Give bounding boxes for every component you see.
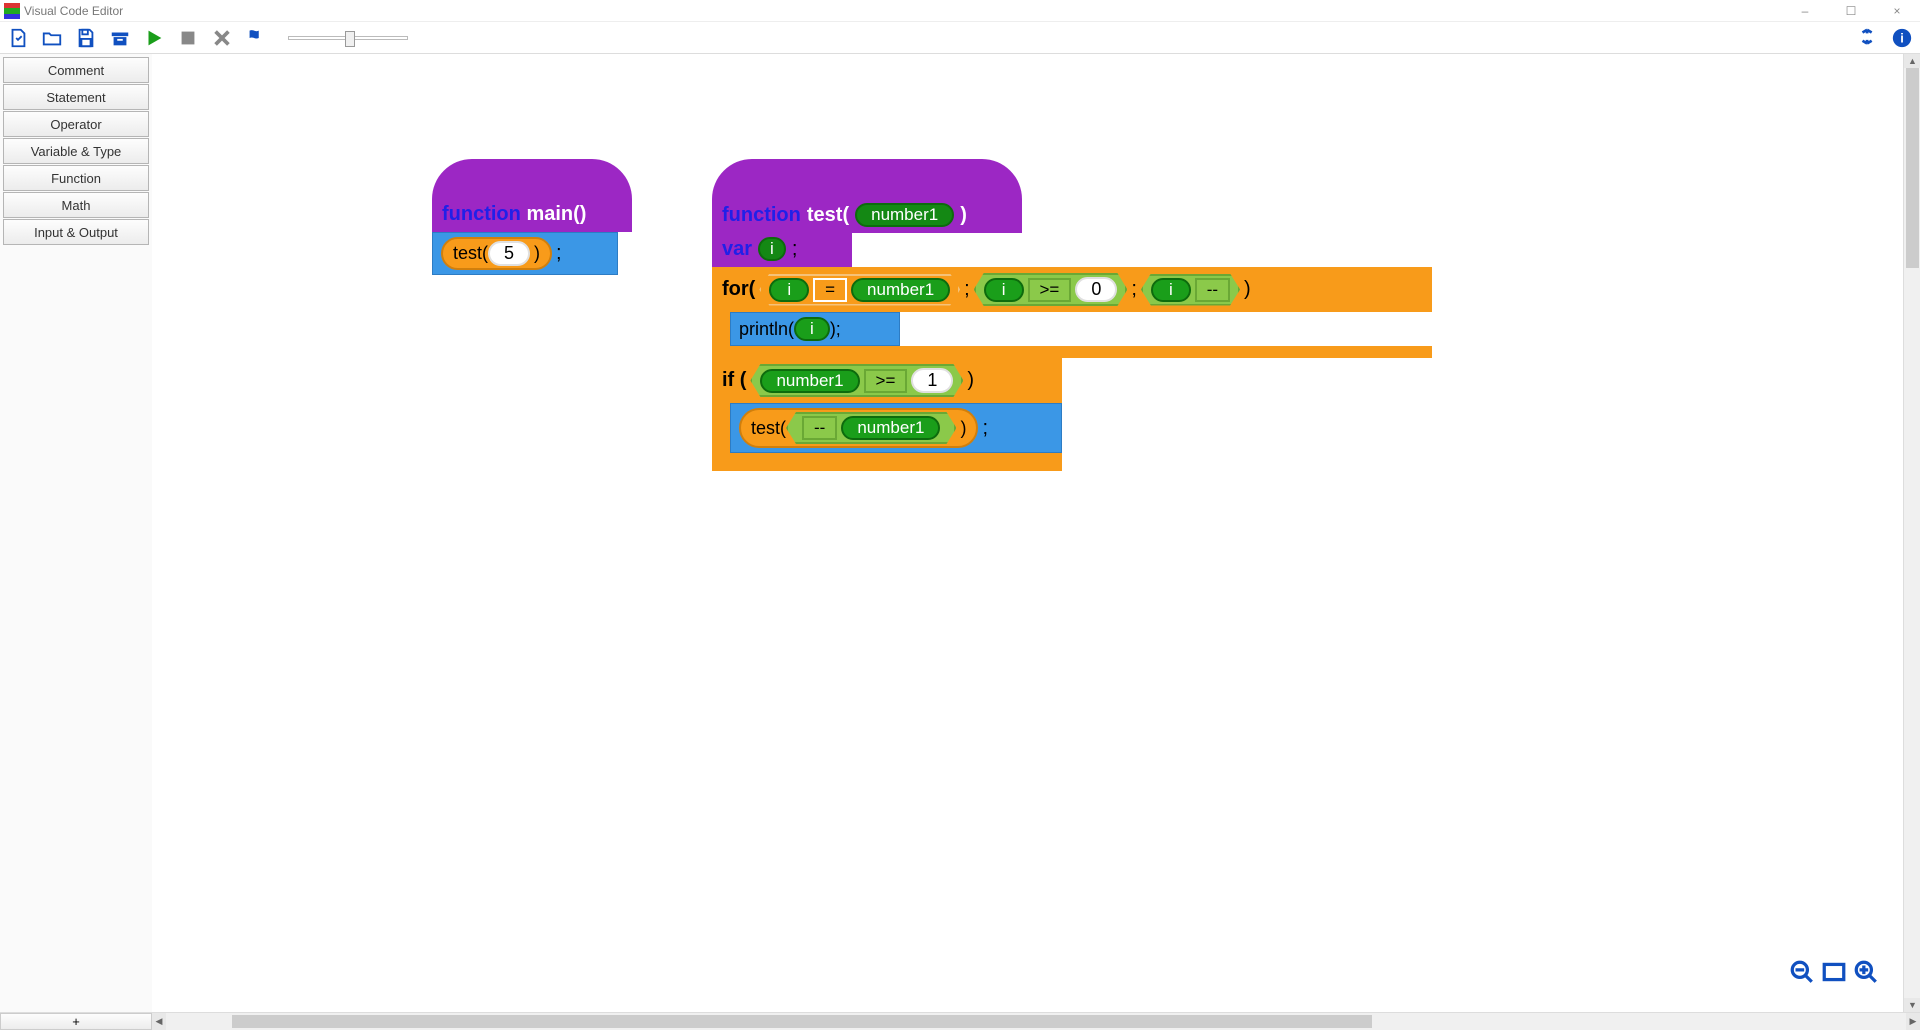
save-button[interactable]: [74, 26, 98, 50]
call-test-pill[interactable]: test( 5 ): [441, 237, 552, 270]
for-step-var[interactable]: i: [1151, 278, 1191, 302]
scroll-down-arrow[interactable]: ▼: [1904, 998, 1920, 1012]
function-keyword: function: [722, 204, 801, 227]
info-button[interactable]: i: [1890, 26, 1914, 50]
canvas[interactable]: function main() test( 5 ) ; function tes…: [152, 54, 1903, 1012]
vertical-scrollbar[interactable]: ▲ ▼: [1903, 54, 1920, 1012]
speed-slider[interactable]: [288, 36, 408, 40]
svg-text:i: i: [1900, 30, 1904, 45]
sidebar-item-function[interactable]: Function: [3, 165, 149, 191]
zoom-fit-button[interactable]: [1821, 959, 1847, 990]
for-step-expr[interactable]: i --: [1141, 274, 1240, 306]
call-arg-slot[interactable]: 5: [488, 241, 530, 266]
if-block[interactable]: if ( number1 >= 1 ): [712, 358, 1062, 403]
sidebar-item-comment[interactable]: Comment: [3, 57, 149, 83]
println-close: );: [830, 319, 841, 340]
minimize-button[interactable]: –: [1782, 0, 1828, 22]
for-cond-val[interactable]: 0: [1075, 277, 1117, 302]
for-init-rhs[interactable]: number1: [851, 278, 950, 302]
for-keyword: for(: [722, 278, 755, 301]
function-test-block[interactable]: function test( number1 ) var i ; for( i …: [712, 159, 1432, 471]
recurse-call-block[interactable]: test( -- number1 ) ;: [730, 403, 1062, 453]
if-keyword: if (: [722, 369, 746, 392]
for-block[interactable]: for( i = number1 ; i >= 0 ; i -- ): [712, 267, 1432, 312]
settings-button[interactable]: [1856, 26, 1880, 50]
for-cond-var[interactable]: i: [984, 278, 1024, 302]
for-close: ): [1244, 278, 1251, 301]
zoom-in-button[interactable]: [1853, 959, 1879, 990]
toolbar: i: [0, 22, 1920, 54]
if-lhs[interactable]: number1: [760, 369, 859, 393]
open-file-button[interactable]: [40, 26, 64, 50]
function-keyword: function: [442, 203, 521, 225]
horizontal-scrollbar[interactable]: ◀ ▶: [152, 1013, 1920, 1030]
scroll-up-arrow[interactable]: ▲: [1904, 54, 1920, 68]
sidebar-item-variable-type[interactable]: Variable & Type: [3, 138, 149, 164]
paren-close: ): [960, 204, 967, 227]
maximize-button[interactable]: ☐: [1828, 0, 1874, 22]
function-main-block[interactable]: function main() test( 5 ) ;: [432, 159, 632, 275]
if-cond-expr[interactable]: number1 >= 1: [750, 364, 963, 397]
var-i[interactable]: i: [758, 237, 786, 261]
semicolon: ;: [964, 278, 970, 301]
for-step-op[interactable]: --: [1195, 278, 1230, 302]
window-title: Visual Code Editor: [24, 4, 123, 18]
sidebar-item-math[interactable]: Math: [3, 192, 149, 218]
run-button[interactable]: [142, 26, 166, 50]
titlebar: Visual Code Editor – ☐ ×: [0, 0, 1920, 22]
semicolon: ;: [552, 242, 566, 265]
if-op[interactable]: >=: [864, 369, 908, 393]
stop-button[interactable]: [176, 26, 200, 50]
archive-button[interactable]: [108, 26, 132, 50]
if-close: ): [967, 369, 974, 392]
sidebar-item-input-output[interactable]: Input & Output: [3, 219, 149, 245]
println-var[interactable]: i: [794, 317, 830, 341]
for-init-op[interactable]: =: [813, 278, 847, 302]
sidebar-item-statement[interactable]: Statement: [3, 84, 149, 110]
semicolon: ;: [792, 238, 798, 261]
cancel-button[interactable]: [210, 26, 234, 50]
semicolon: ;: [1131, 278, 1137, 301]
for-init-var[interactable]: i: [769, 278, 809, 302]
sidebar-item-operator[interactable]: Operator: [3, 111, 149, 137]
horizontal-scroll-thumb[interactable]: [232, 1015, 1372, 1028]
call-close: ): [530, 243, 540, 264]
param-number1[interactable]: number1: [855, 203, 954, 227]
sidebar: Comment Statement Operator Variable & Ty…: [0, 54, 152, 1012]
if-rhs[interactable]: 1: [911, 368, 953, 393]
function-test-name: test(: [807, 204, 849, 227]
println-block[interactable]: println( i );: [730, 312, 900, 346]
recurse-label: test(: [751, 418, 786, 439]
for-cond-op[interactable]: >=: [1028, 278, 1072, 302]
scroll-right-arrow[interactable]: ▶: [1906, 1013, 1920, 1030]
app-icon: [4, 3, 20, 19]
function-main-name: main(): [526, 203, 586, 225]
for-init-expr[interactable]: i = number1: [759, 274, 960, 306]
new-file-button[interactable]: [6, 26, 30, 50]
vertical-scroll-thumb[interactable]: [1906, 68, 1919, 268]
close-button[interactable]: ×: [1874, 0, 1920, 22]
recurse-expr[interactable]: -- number1: [786, 412, 956, 444]
println-label: println(: [739, 319, 794, 340]
call-label: test(: [453, 243, 488, 264]
add-tab-button[interactable]: +: [0, 1013, 152, 1030]
recurse-op[interactable]: --: [802, 416, 837, 440]
recurse-test-pill[interactable]: test( -- number1 ): [739, 408, 978, 448]
var-keyword: var: [722, 238, 752, 261]
zoom-out-button[interactable]: [1789, 959, 1815, 990]
for-cond-expr[interactable]: i >= 0: [974, 273, 1128, 306]
semicolon: ;: [978, 417, 992, 440]
recurse-var[interactable]: number1: [841, 416, 940, 440]
scroll-left-arrow[interactable]: ◀: [152, 1013, 166, 1030]
flag-button[interactable]: [244, 26, 268, 50]
recurse-close: ): [956, 418, 966, 439]
